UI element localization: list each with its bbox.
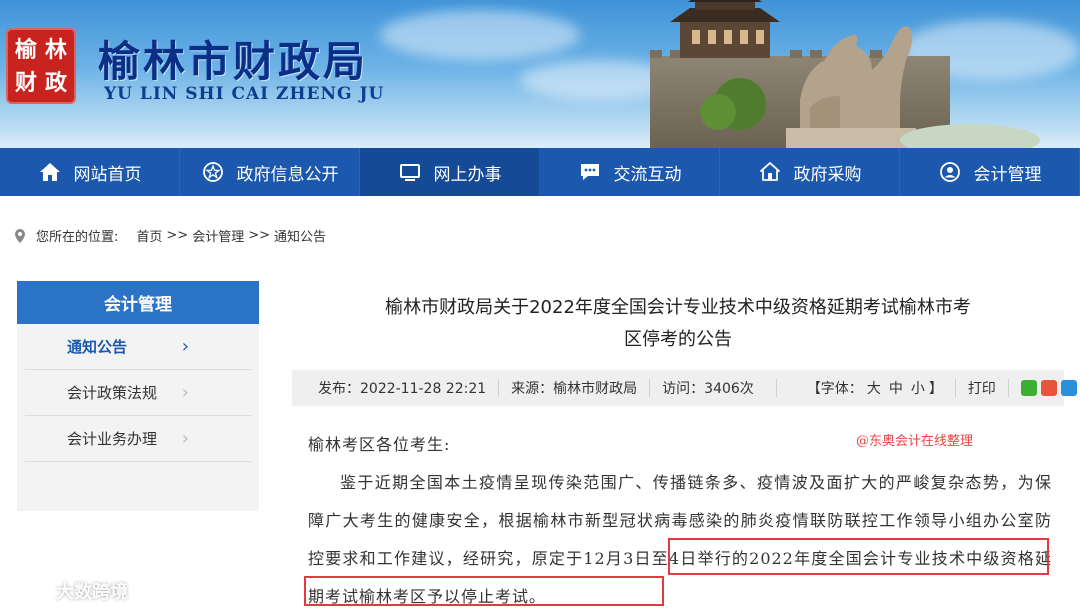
logo-char: 政: [44, 69, 67, 96]
article-meta-bar: 发布：2022-11-28 22:21 来源：榆林市财政局 访问：3406次 【…: [292, 370, 1077, 406]
nav-label: 网站首页: [73, 164, 142, 185]
logo-char: 财: [14, 69, 37, 96]
wechat-share-icon[interactable]: [1020, 380, 1037, 396]
monitor-icon: [399, 164, 420, 181]
main-nav: 网站首页 政府信息公开 网上办事 交流互动 政府采购 会计管理: [0, 148, 1080, 196]
weibo-share-icon[interactable]: [1040, 380, 1057, 396]
font-size-small-button[interactable]: 小: [911, 378, 925, 398]
tower-camel-scene-image: [650, 0, 1040, 148]
article-source: 来源：榆林市财政局: [499, 379, 651, 397]
article-title-line: 区停考的公告: [624, 329, 732, 350]
watermark-text: 大数跨境: [56, 582, 128, 603]
greeting-paragraph: 榆林考区各位考生:: [308, 435, 451, 454]
home-icon: [39, 163, 60, 181]
sidebar-item-label: 会计政策法规: [67, 384, 158, 402]
breadcrumb-accounting[interactable]: 会计管理: [192, 226, 244, 245]
font-size-label: 【字体：: [806, 381, 863, 397]
font-size-large-button[interactable]: 大: [867, 378, 881, 398]
site-title: 榆林市财政局: [98, 37, 369, 86]
print-button[interactable]: 打印: [956, 379, 1009, 397]
breadcrumb-separator: >>: [166, 228, 189, 243]
emblem-icon: [202, 162, 223, 182]
sidebar-title: 会计管理: [17, 281, 259, 324]
sidebar-item-notices[interactable]: 通知公告 ›: [25, 324, 251, 370]
site-subtitle: YU LIN SHI CAI ZHENG JU: [104, 84, 385, 104]
breadcrumb-notices[interactable]: 通知公告: [274, 226, 326, 245]
sidebar-item-label: 通知公告: [67, 338, 128, 356]
nav-item-procurement[interactable]: 政府采购: [720, 148, 900, 196]
logo-char: 林: [44, 36, 67, 63]
highlight-box: [304, 576, 664, 606]
chevron-right-icon: ›: [181, 428, 189, 449]
nav-label: 会计管理: [973, 164, 1042, 185]
site-logo-seal[interactable]: 榆 林 财 政: [6, 28, 76, 104]
font-size-medium-button[interactable]: 中: [889, 378, 903, 398]
nav-item-interaction[interactable]: 交流互动: [540, 148, 720, 196]
watermark-logo-icon: [11, 582, 45, 600]
nav-item-gov-info[interactable]: 政府信息公开: [180, 148, 360, 196]
highlight-box: [668, 538, 1049, 575]
nav-label: 网上办事: [433, 164, 502, 185]
nav-label: 政府采购: [793, 164, 862, 185]
qq-share-icon[interactable]: [1060, 380, 1077, 396]
breadcrumb-separator: >>: [248, 228, 271, 243]
nav-item-home[interactable]: 网站首页: [0, 148, 180, 196]
breadcrumb-home[interactable]: 首页: [136, 226, 162, 245]
house-icon: [759, 162, 780, 181]
breadcrumb-label: 您所在的位置:: [36, 230, 119, 245]
font-size-label-end: 】: [928, 381, 943, 397]
breadcrumb: 您所在的位置: 首页 >> 会计管理 >> 通知公告: [14, 226, 326, 245]
sidebar-item-business[interactable]: 会计业务办理 ›: [25, 416, 251, 462]
chevron-right-icon: ›: [181, 336, 189, 357]
sidebar: 会计管理 通知公告 › 会计政策法规 › 会计业务办理 ›: [17, 281, 259, 511]
nav-label: 交流互动: [613, 164, 682, 185]
location-pin-icon: [15, 228, 25, 243]
sidebar-item-policies[interactable]: 会计政策法规 ›: [25, 370, 251, 416]
sidebar-item-label: 会计业务办理: [67, 430, 158, 448]
visit-count: 访问：3406次: [650, 379, 777, 397]
logo-char: 榆: [14, 36, 37, 63]
user-icon: [939, 162, 960, 182]
nav-item-accounting[interactable]: 会计管理: [900, 148, 1080, 196]
article-title: 榆林市财政局关于2022年度全国会计专业技术中级资格延期考试榆林市考 区停考的公…: [292, 292, 1064, 356]
article-title-line: 榆林市财政局关于2022年度全国会计专业技术中级资格延期考试榆林市考: [385, 297, 971, 318]
publish-date: 发布：2022-11-28 22:21: [292, 379, 500, 397]
font-size-controls: 【字体： 大 中 小 】: [777, 379, 956, 397]
nav-item-online-service[interactable]: 网上办事: [360, 148, 540, 196]
chat-icon: [580, 164, 599, 180]
share-icons: [1009, 380, 1080, 396]
nav-label: 政府信息公开: [236, 164, 339, 185]
watermark: 大数跨境: [10, 578, 128, 604]
site-banner: 榆 林 财 政 榆林市财政局 YU LIN SHI CAI ZHENG JU: [0, 0, 1080, 148]
chevron-right-icon: ›: [181, 382, 189, 403]
